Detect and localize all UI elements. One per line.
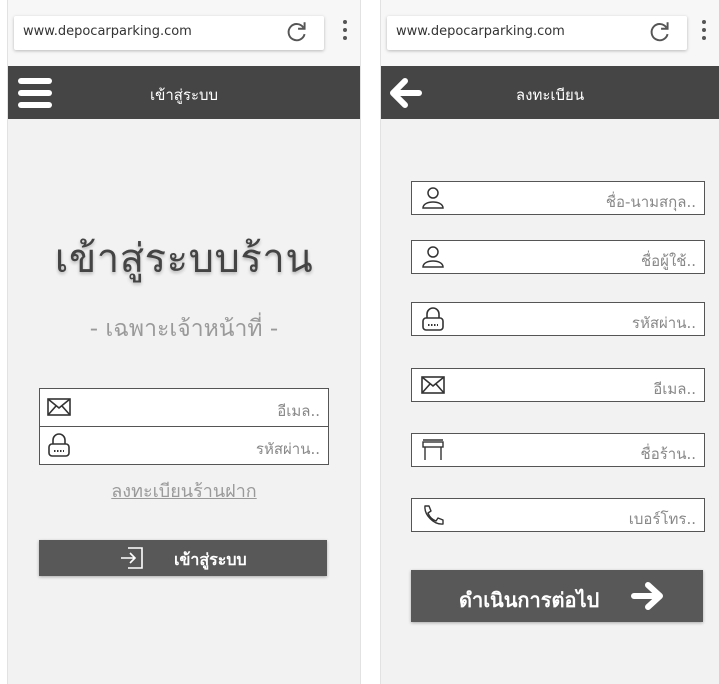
password-field[interactable]: รหัสผ่าน.. [40, 427, 328, 464]
app-header: ลงทะเบียน [381, 66, 719, 119]
shop-name-placeholder: ชื่อร้าน.. [640, 445, 696, 463]
browser-menu-icon[interactable] [697, 20, 711, 46]
login-button[interactable]: เข้าสู่ระบบ [39, 540, 327, 576]
browser-toolbar: www.depocarparking.com [381, 0, 719, 66]
reload-icon[interactable] [284, 19, 310, 45]
address-bar[interactable]: www.depocarparking.com [387, 16, 687, 50]
password-placeholder: รหัสผ่าน.. [255, 440, 320, 458]
page-title: เข้าสู่ระบบร้าน [54, 236, 314, 282]
phone-placeholder: เบอร์โทร.. [628, 510, 696, 528]
email-field[interactable]: อีเมล.. [40, 389, 328, 427]
phone-icon [424, 505, 444, 525]
register-screen: www.depocarparking.com ลงทะเบียน ชื่อ-นา… [381, 0, 719, 684]
lock-icon [48, 433, 70, 457]
sign-in-icon [121, 547, 143, 569]
url-text: www.depocarparking.com [23, 24, 192, 39]
fullname-field[interactable]: ชื่อ-นามสกุล.. [411, 181, 705, 215]
username-field[interactable]: ชื่อผู้ใช้.. [411, 240, 705, 274]
app-header: เข้าสู่ระบบ [8, 66, 360, 119]
continue-button[interactable]: ดำเนินการต่อไป [411, 570, 703, 622]
url-text: www.depocarparking.com [396, 24, 565, 39]
login-form: อีเมล.. รหัสผ่าน.. [39, 388, 329, 465]
address-bar[interactable]: www.depocarparking.com [14, 16, 324, 50]
register-store-link[interactable]: ลงทะเบียนร้านฝาก [8, 476, 360, 505]
shop-icon [422, 439, 444, 460]
username-placeholder: ชื่อผู้ใช้.. [640, 252, 696, 270]
header-title: เข้าสู่ระบบ [149, 86, 219, 104]
password-field[interactable]: รหัสผ่าน.. [411, 302, 705, 336]
arrow-right-icon [631, 582, 663, 610]
lock-icon [422, 307, 444, 331]
envelope-icon [47, 398, 71, 416]
continue-button-label: ดำเนินการต่อไป [459, 588, 600, 612]
email-placeholder: อีเมล.. [653, 380, 696, 398]
email-field[interactable]: อีเมล.. [411, 368, 705, 402]
phone-field[interactable]: เบอร์โทร.. [411, 498, 705, 532]
reload-icon[interactable] [647, 19, 673, 45]
browser-toolbar: www.depocarparking.com [8, 0, 360, 66]
login-button-label: เข้าสู่ระบบ [174, 550, 247, 569]
login-screen: www.depocarparking.com เข้าสู่ระบบ เข้าส… [8, 0, 360, 684]
shop-name-field[interactable]: ชื่อร้าน.. [411, 433, 705, 467]
user-icon [422, 187, 444, 209]
password-placeholder: รหัสผ่าน.. [631, 314, 696, 332]
page-subtitle: - เฉพาะเจ้าหน้าที่ - [89, 316, 279, 342]
browser-menu-icon[interactable] [338, 20, 352, 46]
email-placeholder: อีเมล.. [277, 402, 320, 420]
header-title: ลงทะเบียน [515, 86, 585, 104]
envelope-icon [421, 376, 445, 394]
user-icon [422, 246, 444, 268]
fullname-placeholder: ชื่อ-นามสกุล.. [605, 193, 696, 211]
